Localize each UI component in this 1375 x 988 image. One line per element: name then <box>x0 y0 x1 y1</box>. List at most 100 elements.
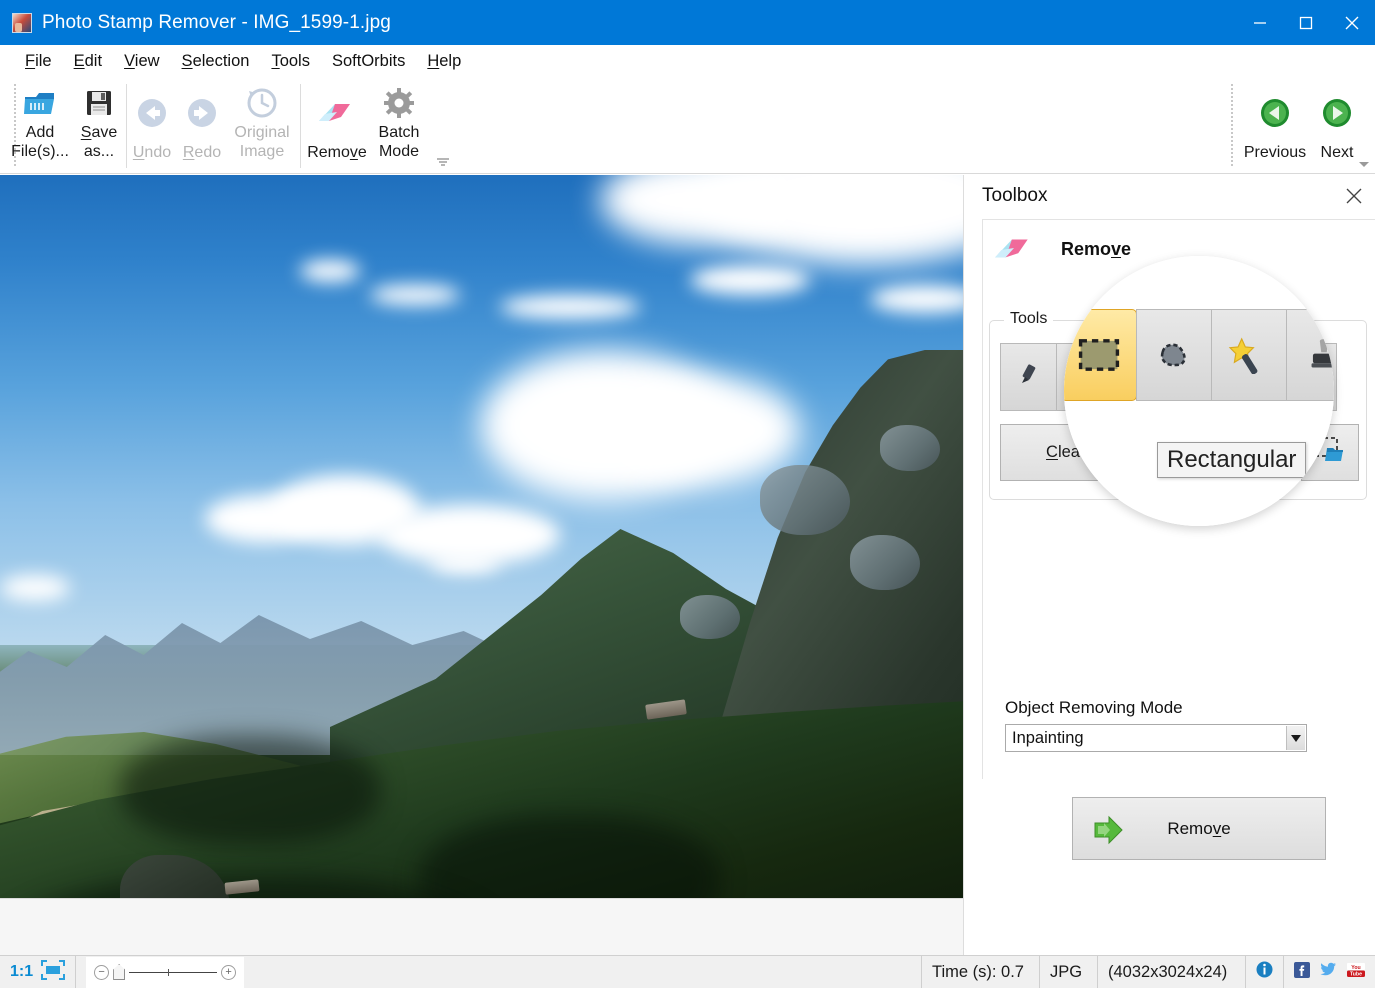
cloud <box>600 375 800 485</box>
image-canvas[interactable]: SHOT ON MI 9T AI TRIPLE CAMERA <box>0 175 963 898</box>
add-files-icon <box>23 86 57 120</box>
menu-help[interactable]: Help <box>416 50 472 73</box>
toolbox-header: Toolbox <box>964 175 1375 217</box>
ribbon-redo-label: Redo <box>183 144 221 163</box>
save-selection-button[interactable] <box>1242 424 1300 481</box>
info-icon[interactable] <box>1256 961 1273 983</box>
menu-edit[interactable]: Edit <box>63 50 113 73</box>
marker-icon <box>1016 362 1042 393</box>
cloud <box>690 265 810 295</box>
ribbon-undo-label: Undo <box>133 144 171 163</box>
toolbox-panel: Toolbox Remove Tools <box>963 175 1375 898</box>
ribbon-separator-2 <box>300 84 301 168</box>
dimensions-cell: (4032x3024x24) <box>1098 956 1246 988</box>
ribbon-add-files-label: AddFile(s)... <box>11 124 69 162</box>
tools-row <box>1000 343 1336 411</box>
minimize-button[interactable] <box>1237 0 1283 45</box>
rock <box>850 535 920 590</box>
ribbon-save-as-label: Saveas... <box>81 124 117 162</box>
ribbon-collapse-arrow-icon[interactable] <box>1357 156 1371 174</box>
window-controls <box>1237 0 1375 45</box>
ribbon-expand-icon[interactable] <box>436 154 450 172</box>
zoom-slider-tick <box>168 969 169 976</box>
minus-icon[interactable]: − <box>94 965 109 980</box>
fit-to-screen-cell[interactable] <box>37 956 76 988</box>
maximize-button[interactable] <box>1283 0 1329 45</box>
menu-view[interactable]: View <box>113 50 170 73</box>
lasso-tool-button[interactable] <box>1168 343 1225 411</box>
object-removing-mode-select[interactable]: Inpainting <box>1005 724 1307 752</box>
ribbon-undo-button[interactable]: Undo <box>128 86 176 163</box>
close-button[interactable] <box>1329 0 1375 45</box>
youtube-icon[interactable]: You Tube <box>1347 962 1365 983</box>
ribbon-next-button[interactable]: Next <box>1315 86 1359 163</box>
title-bar: Photo Stamp Remover - IMG_1599-1.jpg <box>0 0 1375 45</box>
redo-arrow-icon <box>186 86 218 140</box>
menu-softorbits[interactable]: SoftOrbits <box>321 50 416 73</box>
rectangular-selection-icon <box>1126 363 1156 392</box>
info-cell[interactable] <box>1246 956 1284 988</box>
tools-group-legend: Tools <box>1004 310 1053 328</box>
fit-to-screen-icon[interactable] <box>41 960 65 985</box>
ribbon-batch-mode-button[interactable]: BatchMode <box>370 86 428 162</box>
magic-wand-icon <box>1239 362 1267 393</box>
social-icons: You Tube <box>1284 956 1375 988</box>
facebook-icon[interactable] <box>1294 962 1310 983</box>
ribbon-add-files-button[interactable]: AddFile(s)... <box>14 86 66 162</box>
toolbox-mode-label: Remove <box>1061 239 1131 260</box>
ribbon-original-image-button[interactable]: OriginalImage <box>228 86 296 162</box>
rectangular-tool-button[interactable] <box>1112 343 1169 411</box>
plus-icon[interactable]: + <box>221 965 236 980</box>
application-window: Photo Stamp Remover - IMG_1599-1.jpg FFi… <box>0 0 1375 988</box>
twitter-icon[interactable] <box>1320 962 1337 982</box>
ribbon-redo-button[interactable]: Redo <box>178 86 226 163</box>
object-removing-mode-value: Inpainting <box>1006 729 1084 748</box>
eraser-small-icon <box>1072 364 1098 391</box>
toolbox-close-icon[interactable] <box>1344 186 1364 206</box>
stamp-tool-button[interactable] <box>1280 343 1337 411</box>
menu-bar: FFileile Edit View Selection Tools SoftO… <box>0 45 1375 78</box>
magic-wand-tool-button[interactable] <box>1224 343 1281 411</box>
menu-file[interactable]: FFileile <box>14 50 63 73</box>
zoom-slider[interactable]: − + <box>86 957 244 988</box>
cloud <box>0 575 70 601</box>
ribbon-remove-button[interactable]: Remove <box>302 86 372 163</box>
ribbon-grip-right <box>1231 84 1233 168</box>
ribbon-save-as-button[interactable]: Saveas... <box>74 86 124 162</box>
svg-text:You: You <box>1351 965 1360 971</box>
chevron-down-icon[interactable] <box>1286 726 1305 750</box>
ribbon-previous-button[interactable]: Previous <box>1242 86 1308 163</box>
save-icon <box>85 86 113 120</box>
gear-icon <box>384 86 414 120</box>
remove-action-button[interactable]: Remove <box>1072 797 1326 860</box>
eraser-tool-button[interactable] <box>1056 343 1113 411</box>
menu-tools[interactable]: Tools <box>260 50 321 73</box>
zoom-slider-handle[interactable] <box>113 964 125 980</box>
menu-selection[interactable]: Selection <box>171 50 261 73</box>
toolbox-mode-header: Remove <box>993 234 1131 264</box>
save-selection-icon <box>1256 436 1286 469</box>
app-photo-icon <box>12 13 32 33</box>
toolbox-body: Remove Tools <box>982 219 1375 779</box>
ribbon-previous-label: Previous <box>1244 144 1306 163</box>
eraser-icon <box>317 86 357 140</box>
canvas-footer-area <box>0 898 963 955</box>
green-left-arrow-icon <box>1259 86 1291 140</box>
ribbon-batch-mode-label: BatchMode <box>379 124 420 162</box>
cloud <box>500 295 640 319</box>
zoom-slider-cell[interactable]: − + <box>76 956 254 988</box>
svg-text:Tube: Tube <box>1350 971 1362 977</box>
format-cell: JPG <box>1040 956 1098 988</box>
zoom-slider-track[interactable] <box>129 972 217 973</box>
zoom-ratio-label[interactable]: 1:1 <box>10 963 33 981</box>
clear-selection-button[interactable]: Clear Selection <box>1000 424 1204 481</box>
time-cell: Time (s): 0.7 <box>922 956 1040 988</box>
tools-group: Tools <box>989 320 1367 500</box>
ribbon-separator-1 <box>126 84 127 168</box>
ribbon-toolbar: AddFile(s)... Saveas... <box>0 78 1375 174</box>
zoom-ratio-cell: 1:1 <box>0 956 37 988</box>
undo-arrow-icon <box>136 86 168 140</box>
toolbox-title: Toolbox <box>982 185 1048 207</box>
marker-tool-button[interactable] <box>1000 343 1057 411</box>
load-selection-button[interactable] <box>1301 424 1359 481</box>
